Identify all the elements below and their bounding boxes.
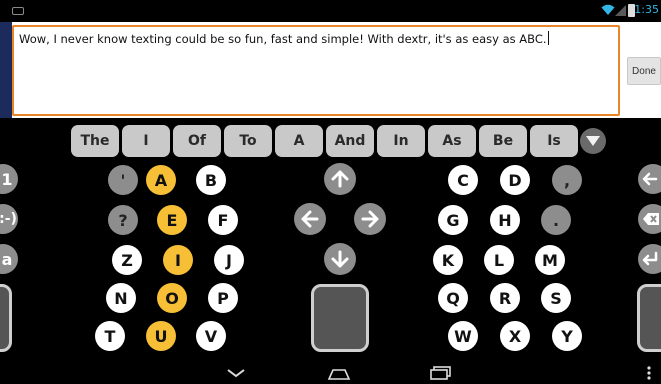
arrow-up-key[interactable] [324,163,356,195]
navigation-bar [0,360,661,384]
suggestion-of[interactable]: Of [173,125,221,157]
key-h[interactable]: H [490,205,520,235]
numbers-button[interactable]: 1 [0,164,18,194]
right-space-key[interactable] [637,284,661,352]
key-v[interactable]: V [196,321,226,351]
wifi-icon [601,4,615,15]
suggestion-is[interactable]: Is [530,125,578,157]
delete-button[interactable] [638,204,661,234]
key-b[interactable]: B [196,165,226,195]
app-content: Wow, I never know texting could be so fu… [12,22,661,118]
key-c[interactable]: C [448,165,478,195]
text-caret [547,31,549,45]
suggestion-be[interactable]: Be [479,125,527,157]
home-icon[interactable] [327,366,351,380]
comma-key[interactable]: , [552,165,582,195]
chevron-down-icon[interactable] [226,368,246,378]
dextr-keyboard: The I Of To A And In As Be Is 1 :-) a ' … [0,118,661,360]
suggestion-the[interactable]: The [71,125,119,157]
arrow-down-icon [331,250,349,268]
done-button[interactable]: Done [627,57,661,85]
arrow-up-icon [331,170,349,188]
key-u[interactable]: U [146,321,176,351]
backspace-icon [642,172,658,186]
key-w[interactable]: W [448,321,478,351]
arrow-left-key[interactable] [294,203,326,235]
arrow-left-icon [301,210,319,228]
signal-icon [615,5,626,16]
suggestion-a[interactable]: A [275,125,323,157]
overflow-menu-icon[interactable] [646,366,652,380]
key-t[interactable]: T [95,321,125,351]
key-k[interactable]: K [433,245,463,275]
message-text-field[interactable]: Wow, I never know texting could be so fu… [12,25,620,116]
status-bar: 1:35 [0,0,661,22]
screen: 1:35 Wow, I never know texting could be … [0,0,661,384]
key-n[interactable]: N [106,283,136,313]
suggestion-to[interactable]: To [224,125,272,157]
left-space-key[interactable] [0,284,12,352]
suggestion-as[interactable]: As [428,125,476,157]
more-suggestions-button[interactable] [580,128,606,154]
key-z[interactable]: Z [112,245,142,275]
enter-button[interactable] [638,244,661,274]
suggestion-in[interactable]: In [377,125,425,157]
key-o[interactable]: O [157,283,187,313]
key-s[interactable]: S [541,283,571,313]
recents-icon[interactable] [430,366,452,380]
emoticon-button[interactable]: :-) [0,204,18,234]
key-p[interactable]: P [208,283,238,313]
key-q[interactable]: Q [438,283,468,313]
key-d[interactable]: D [500,165,530,195]
left-edge-strip [0,22,12,118]
delete-icon [643,213,659,225]
arrow-right-key[interactable] [354,203,386,235]
suggestion-i[interactable]: I [122,125,170,157]
space-key[interactable] [311,284,369,352]
key-y[interactable]: Y [552,321,582,351]
question-key[interactable]: ? [108,205,138,235]
arrow-down-key[interactable] [324,243,356,275]
key-j[interactable]: J [214,245,244,275]
key-g[interactable]: G [438,205,468,235]
key-x[interactable]: X [500,321,530,351]
period-key[interactable]: . [541,205,571,235]
status-time: 1:35 [634,3,659,16]
key-r[interactable]: R [490,283,520,313]
enter-icon [642,251,658,266]
backspace-button[interactable] [638,164,661,194]
message-text: Wow, I never know texting could be so fu… [19,32,547,46]
key-a[interactable]: A [146,165,176,195]
suggestion-and[interactable]: And [326,125,374,157]
arrow-right-icon [361,210,379,228]
apostrophe-key[interactable]: ' [108,165,138,195]
key-e[interactable]: E [157,205,187,235]
key-f[interactable]: F [208,205,238,235]
notification-icon [12,7,24,15]
key-m[interactable]: M [535,245,565,275]
key-i[interactable]: I [163,245,193,275]
key-l[interactable]: L [484,245,514,275]
case-button[interactable]: a [0,244,18,274]
